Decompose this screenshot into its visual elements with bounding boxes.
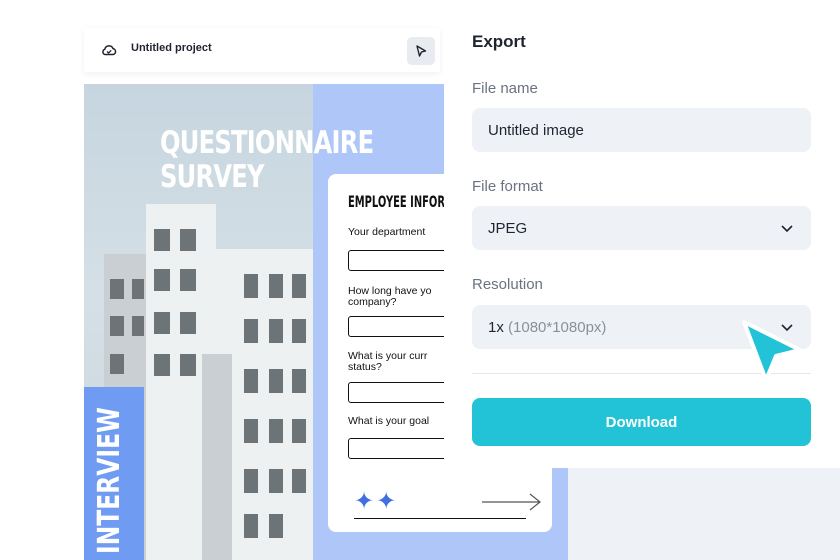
form-question: How long have yo company?	[348, 285, 432, 308]
form-question: What is your curr status?	[348, 350, 428, 373]
form-question: What is your goal	[348, 415, 430, 427]
file-format-value: JPEG	[488, 219, 528, 237]
file-format-label: File format	[472, 178, 543, 195]
sparkle-icon: ✦✦	[354, 488, 399, 515]
cloud-sync-icon[interactable]	[100, 41, 118, 59]
form-question: Your department	[348, 226, 426, 238]
file-name-label: File name	[472, 80, 538, 97]
file-name-value: Untitled image	[488, 121, 584, 139]
file-format-select[interactable]: JPEG	[472, 206, 811, 250]
interview-label[interactable]: INTERVIEW	[92, 407, 127, 554]
resolution-detail: (1080*1080px)	[508, 318, 607, 336]
download-button[interactable]: Download	[472, 398, 811, 446]
cursor-icon	[416, 45, 427, 57]
backdrop	[567, 468, 840, 560]
resolution-label: Resolution	[472, 276, 543, 293]
export-panel: Export File name Untitled image File for…	[444, 0, 812, 468]
cursor-tool-button[interactable]	[407, 37, 435, 65]
chevron-down-icon	[781, 225, 793, 233]
resolution-value: 1x	[488, 318, 504, 336]
form-title: EMPLOYEE INFORM	[348, 192, 455, 211]
editor-top-bar: Untitled project	[84, 28, 440, 72]
file-name-input[interactable]: Untitled image	[472, 108, 811, 152]
project-title[interactable]: Untitled project	[131, 42, 212, 54]
export-title: Export	[472, 32, 526, 51]
arrow-right-icon	[482, 493, 541, 511]
mouse-pointer-icon	[742, 320, 802, 382]
form-divider	[354, 518, 526, 519]
